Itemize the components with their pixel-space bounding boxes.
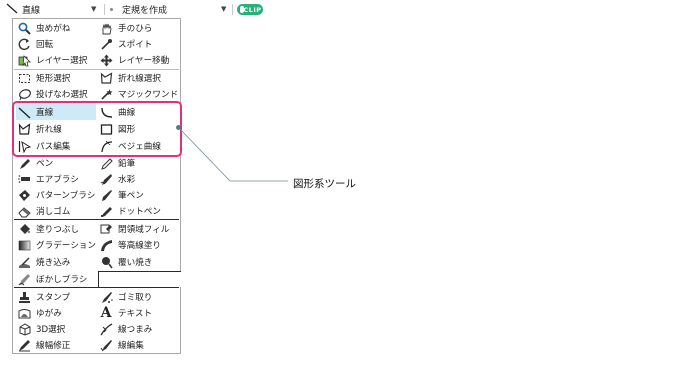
callout-dot [176,125,181,130]
callout-label: 図形系ツール [293,178,356,190]
